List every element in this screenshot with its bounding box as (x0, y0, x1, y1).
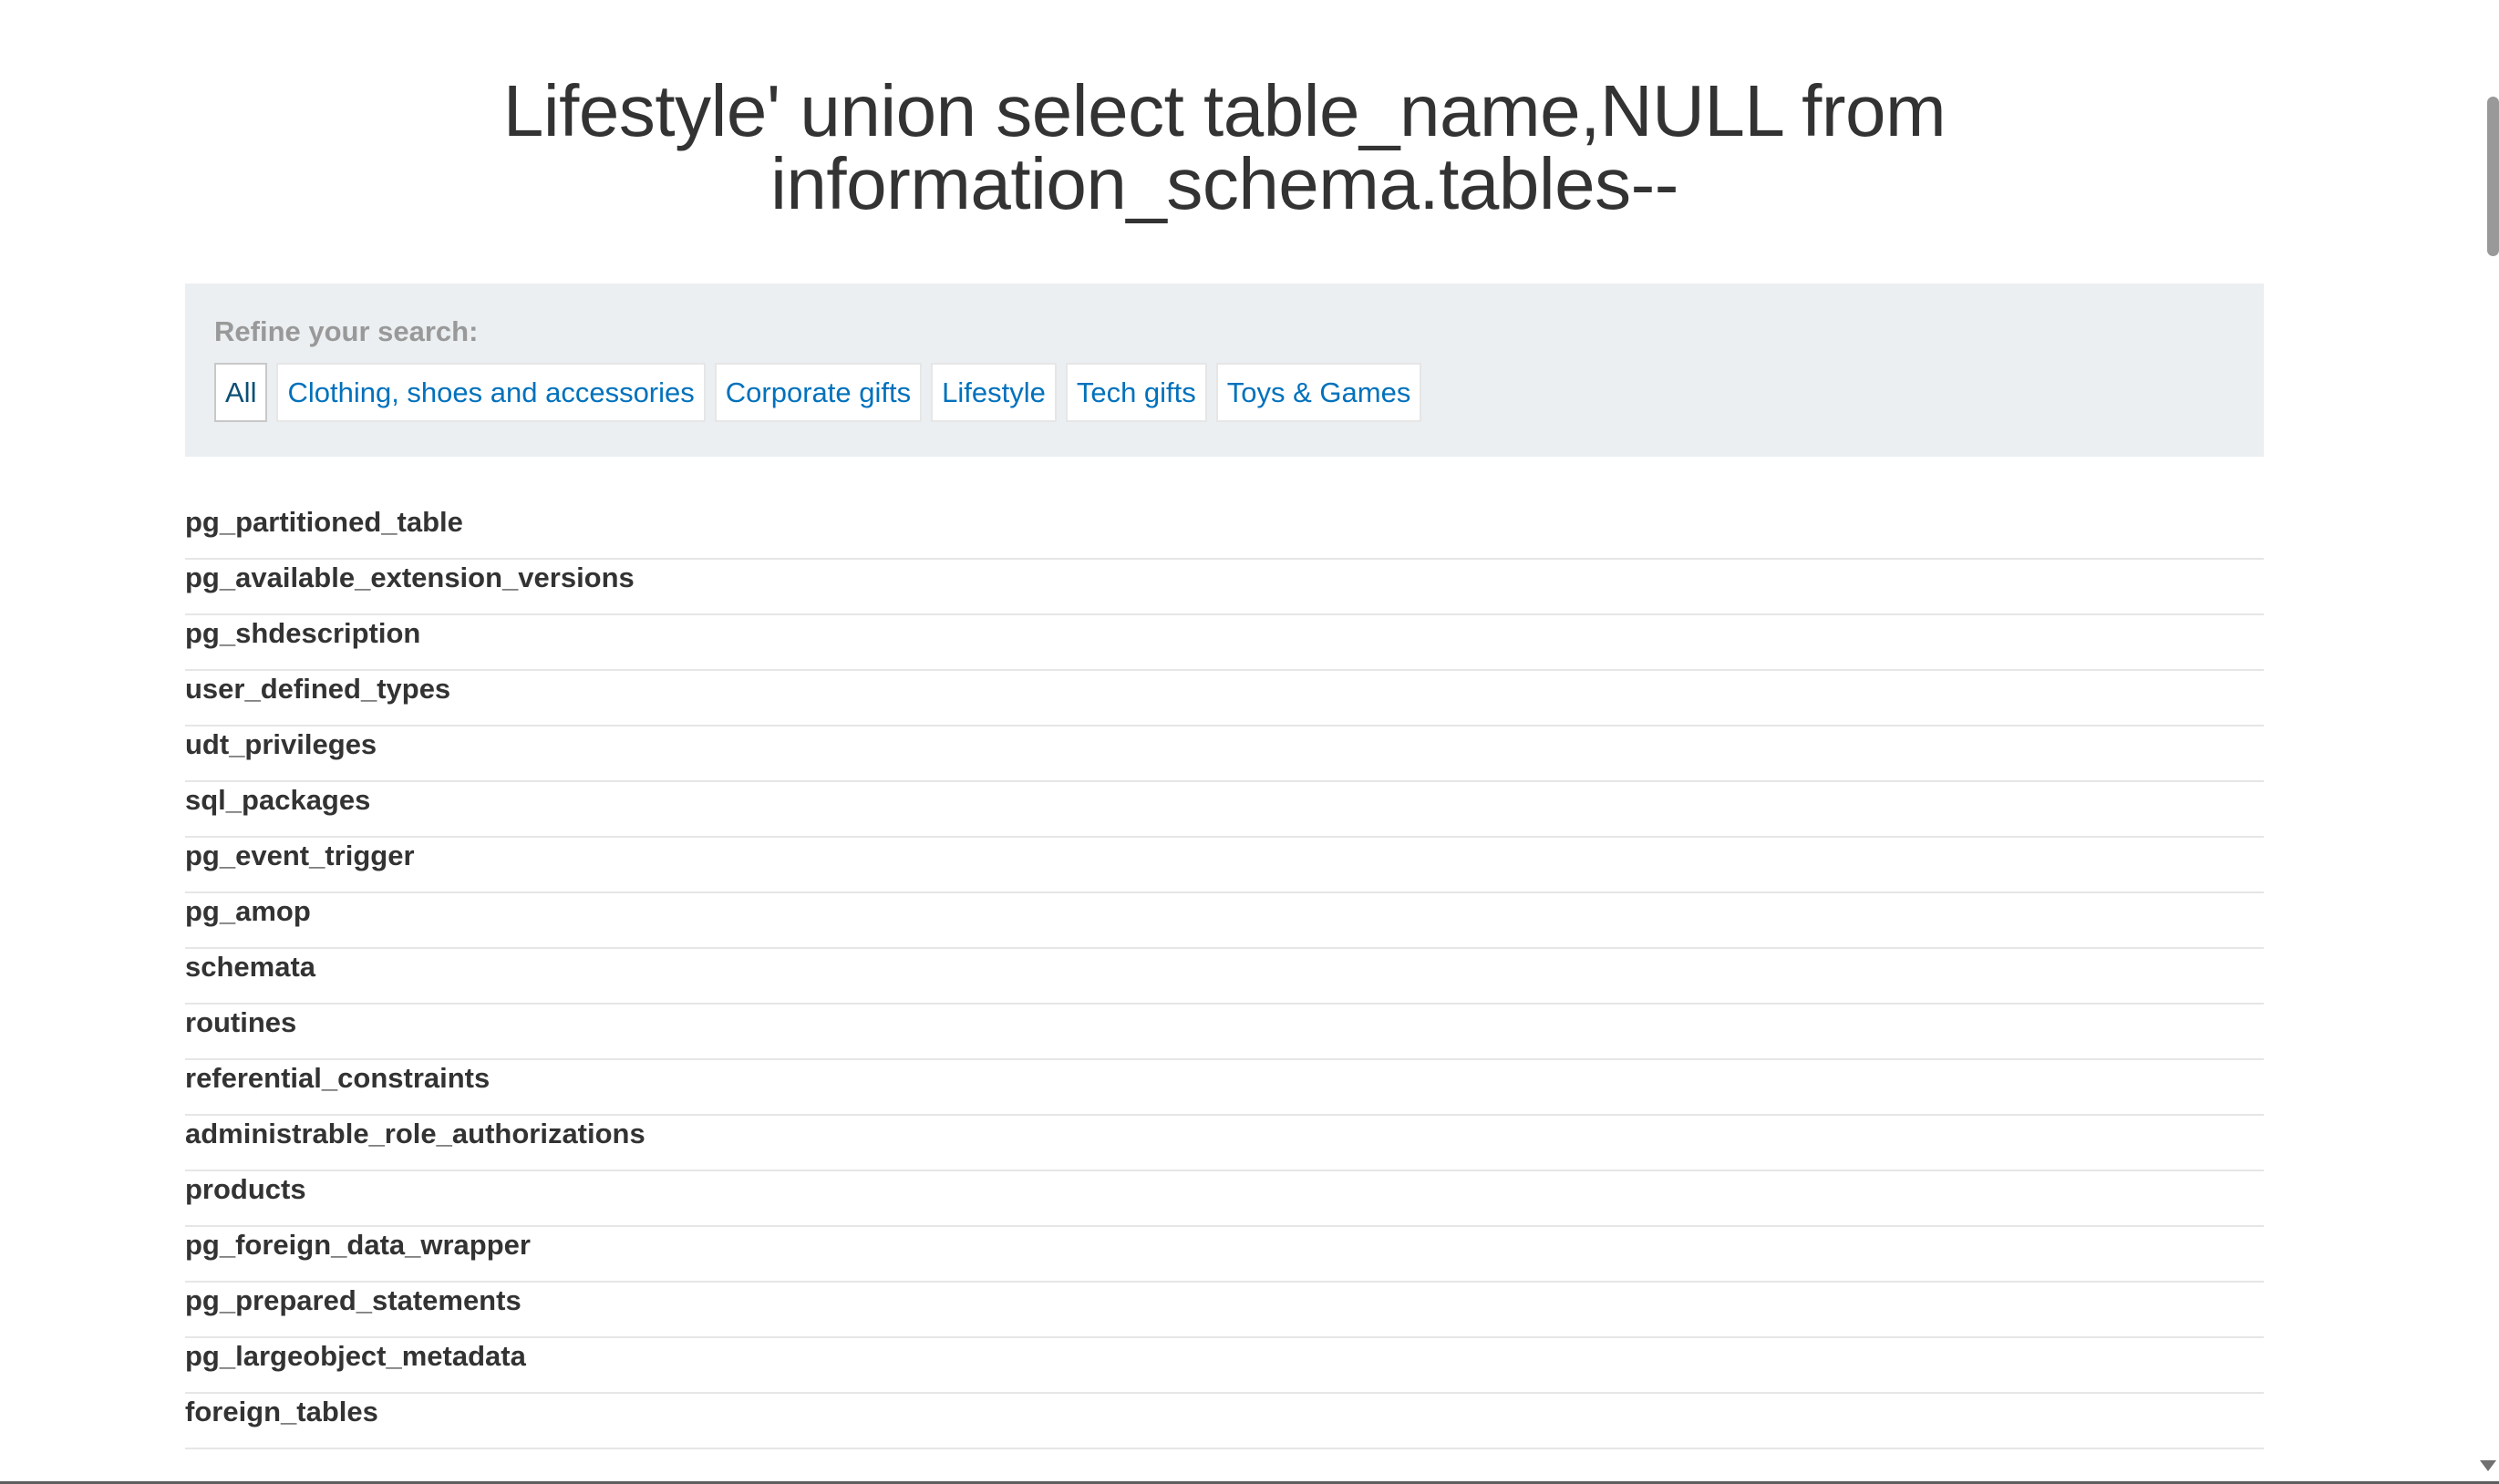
table-row: sql_packages (185, 782, 2264, 838)
filter-lifestyle[interactable]: Lifestyle (931, 363, 1057, 422)
table-row: referential_constraints (185, 1060, 2264, 1116)
table-name: pg_partitioned_table (185, 506, 463, 538)
table-name: pg_foreign_data_wrapper (185, 1229, 531, 1261)
table-row: pg_shdescription (185, 615, 2264, 671)
filter-label: Refine your search: (214, 315, 479, 347)
table-row: products (185, 1171, 2264, 1227)
vertical-scrollbar[interactable] (2480, 0, 2499, 1484)
table-row: pg_partitioned_table (185, 504, 2264, 560)
table-name: pg_prepared_statements (185, 1284, 521, 1316)
scrollbar-thumb[interactable] (2487, 97, 2499, 256)
table-row: foreign_tables (185, 1394, 2264, 1449)
table-row: pg_largeobject_metadata (185, 1338, 2264, 1394)
filter-corporate-gifts[interactable]: Corporate gifts (714, 363, 923, 422)
table-name: pg_available_extension_versions (185, 562, 635, 593)
table-row: pg_event_trigger (185, 838, 2264, 893)
table-name: udt_privileges (185, 728, 377, 760)
filter-clothing-shoes-accessories[interactable]: Clothing, shoes and accessories (276, 363, 706, 422)
main-content: Lifestyle' union select table_name,NULL … (185, 0, 2264, 1449)
table-row: pg_prepared_statements (185, 1283, 2264, 1338)
filter-all[interactable]: All (214, 363, 268, 422)
table-row: administrable_role_authorizations (185, 1116, 2264, 1171)
table-name: administrable_role_authorizations (185, 1118, 645, 1149)
table-name: pg_amop (185, 895, 311, 927)
table-name: products (185, 1173, 306, 1205)
table-name: referential_constraints (185, 1062, 491, 1094)
table-name: pg_shdescription (185, 617, 421, 649)
table-row: pg_available_extension_versions (185, 560, 2264, 615)
table-row: schemata (185, 949, 2264, 1005)
filter-tech-gifts[interactable]: Tech gifts (1065, 363, 1207, 422)
table-row: udt_privileges (185, 727, 2264, 782)
table-row: pg_amop (185, 893, 2264, 949)
filter-toys-games[interactable]: Toys & Games (1215, 363, 1422, 422)
table-name: foreign_tables (185, 1396, 378, 1427)
results-list: pg_partitioned_table pg_available_extens… (185, 504, 2264, 1449)
table-name: pg_largeobject_metadata (185, 1340, 526, 1372)
table-row: pg_foreign_data_wrapper (185, 1227, 2264, 1283)
table-name: schemata (185, 951, 316, 983)
page-title: Lifestyle' union select table_name,NULL … (502, 70, 1947, 224)
scroll-down-arrow-icon[interactable] (2480, 1460, 2496, 1471)
table-row: routines (185, 1005, 2264, 1060)
table-name: pg_event_trigger (185, 840, 415, 871)
page: Lifestyle' union select table_name,NULL … (0, 0, 2499, 1484)
filter-list: All Clothing, shoes and accessories Corp… (214, 363, 2235, 422)
filter-panel: Refine your search: All Clothing, shoes … (185, 283, 2264, 457)
table-name: routines (185, 1006, 297, 1038)
table-row: user_defined_types (185, 671, 2264, 727)
table-name: user_defined_types (185, 673, 451, 705)
table-name: sql_packages (185, 784, 371, 816)
